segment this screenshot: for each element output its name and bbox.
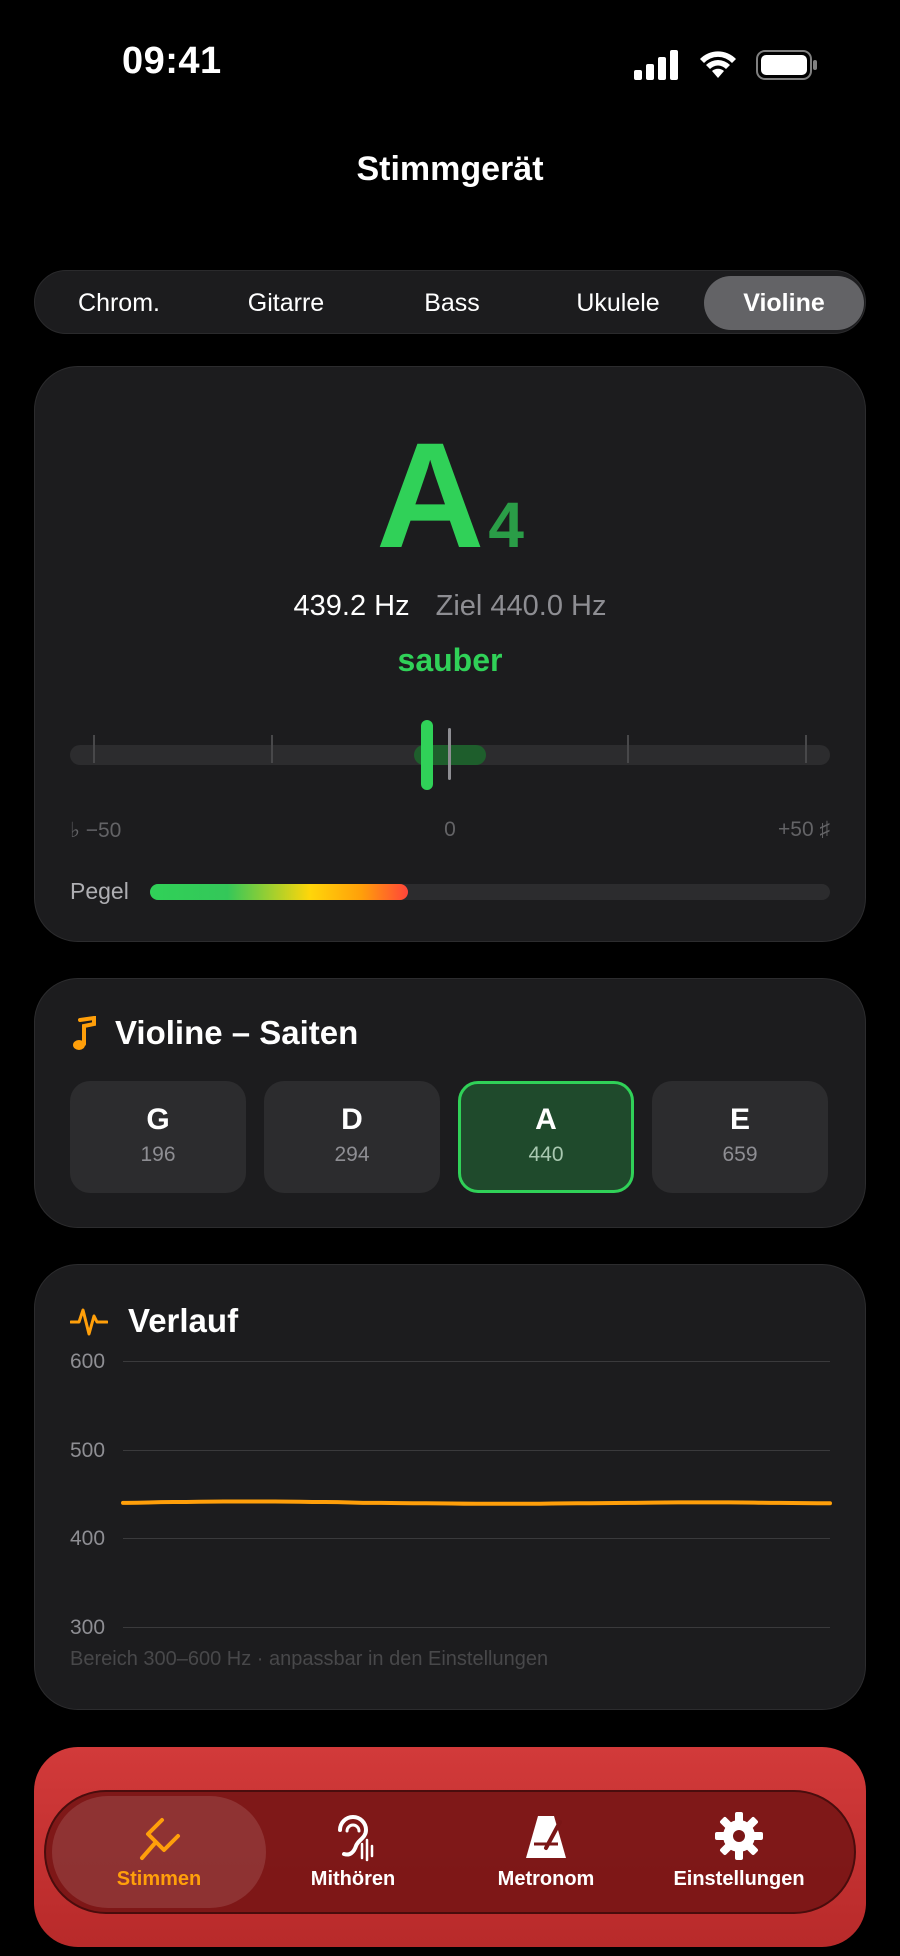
gear-icon bbox=[715, 1812, 763, 1860]
metronome-icon bbox=[526, 1816, 566, 1858]
tab-listen[interactable]: Mithören bbox=[258, 1796, 448, 1908]
tab-settings[interactable]: Einstellungen bbox=[644, 1796, 834, 1908]
tab-label: Einstellungen bbox=[673, 1868, 805, 1890]
history-footnote: Bereich 300–600 Hz · anpassbar in den Ei… bbox=[70, 1648, 549, 1670]
frequency-history-line bbox=[121, 1499, 832, 1506]
tab-metronome[interactable]: Metronom bbox=[451, 1796, 641, 1908]
tab-label: Mithören bbox=[310, 1868, 396, 1890]
tab-label: Stimmen bbox=[116, 1868, 202, 1890]
ear-icon bbox=[338, 1815, 374, 1862]
tab-label: Metronom bbox=[497, 1868, 595, 1890]
tuning-fork-icon bbox=[140, 1818, 180, 1860]
tab-tune[interactable]: Stimmen bbox=[52, 1796, 266, 1908]
